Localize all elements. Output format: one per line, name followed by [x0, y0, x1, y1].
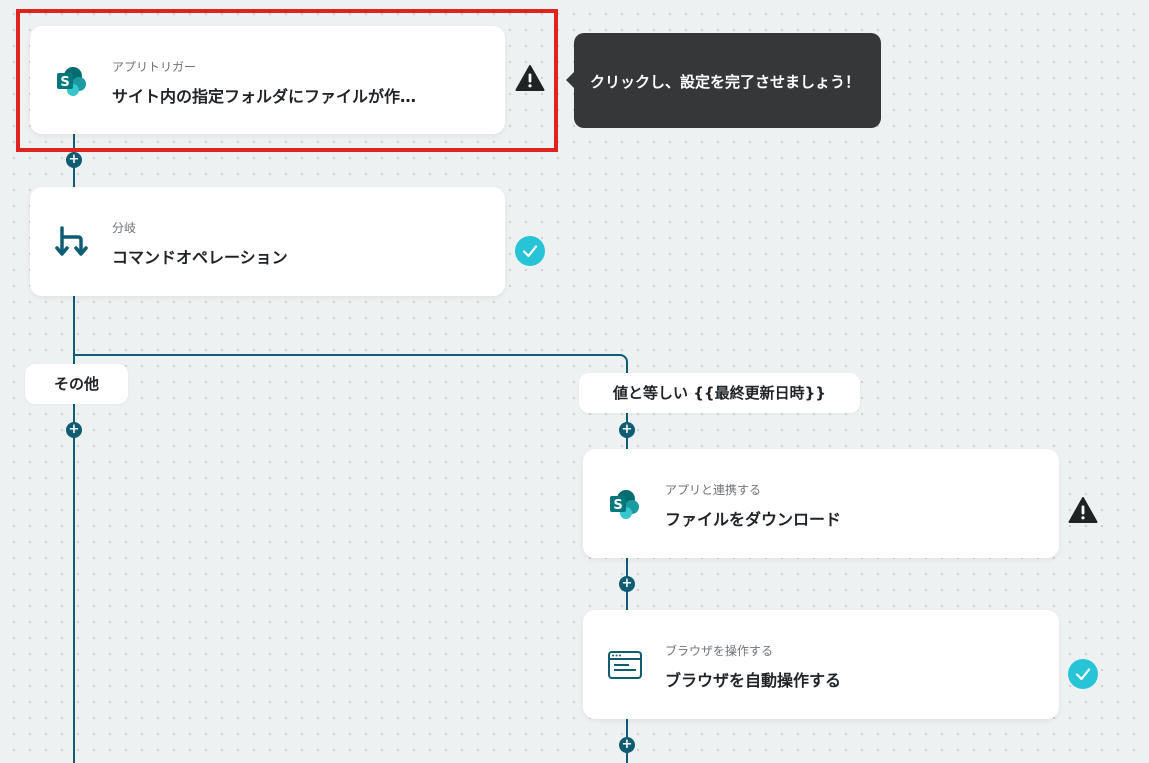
check-icon[interactable]	[515, 236, 545, 266]
browser-automation-step-card[interactable]: ブラウザを操作する ブラウザを自動操作する	[583, 610, 1059, 719]
branch-label-text: その他	[53, 375, 99, 393]
step-title: サイト内の指定フォルダにファイルが作…	[112, 87, 417, 106]
step-subtitle: 分岐	[112, 221, 137, 235]
sharepoint-icon: S	[607, 488, 643, 520]
branch-label-condition[interactable]: 値と等しい {{最終更新日時}}	[579, 373, 860, 413]
step-subtitle: アプリと連携する	[665, 483, 762, 497]
svg-text:S: S	[60, 75, 69, 90]
branch-step-card[interactable]: 分岐 コマンドオペレーション	[30, 187, 505, 296]
sharepoint-icon: S	[54, 65, 90, 97]
connector-line-branch-split	[73, 354, 618, 356]
add-step-button[interactable]: +	[619, 576, 635, 592]
download-file-step-card[interactable]: S アプリと連携する ファイルをダウンロード	[583, 449, 1059, 558]
step-subtitle: ブラウザを操作する	[665, 644, 774, 658]
step-subtitle: アプリトリガー	[112, 60, 197, 74]
browser-window-icon	[607, 649, 643, 681]
check-icon[interactable]	[1068, 659, 1098, 689]
step-title: コマンドオペレーション	[112, 248, 288, 267]
svg-text:S: S	[613, 498, 622, 513]
add-step-button[interactable]: +	[619, 422, 635, 438]
step-title: ブラウザを自動操作する	[665, 671, 842, 690]
branch-icon	[54, 226, 90, 258]
branch-label-text: 値と等しい {{最終更新日時}}	[613, 384, 826, 402]
warning-icon[interactable]	[1068, 496, 1098, 524]
add-step-button[interactable]: +	[66, 152, 82, 168]
connector-line-branch-corner	[616, 354, 628, 374]
add-step-button[interactable]: +	[619, 737, 635, 753]
tooltip-text: クリックし、設定を完了させましょう！	[590, 73, 861, 91]
branch-label-other[interactable]: その他	[25, 364, 128, 404]
step-title: ファイルをダウンロード	[665, 510, 842, 529]
warning-icon[interactable]	[515, 64, 545, 92]
add-step-button[interactable]: +	[66, 422, 82, 438]
trigger-step-card[interactable]: S アプリトリガー サイト内の指定フォルダにファイルが作…	[30, 26, 505, 134]
setup-tooltip: クリックし、設定を完了させましょう！	[566, 33, 881, 128]
